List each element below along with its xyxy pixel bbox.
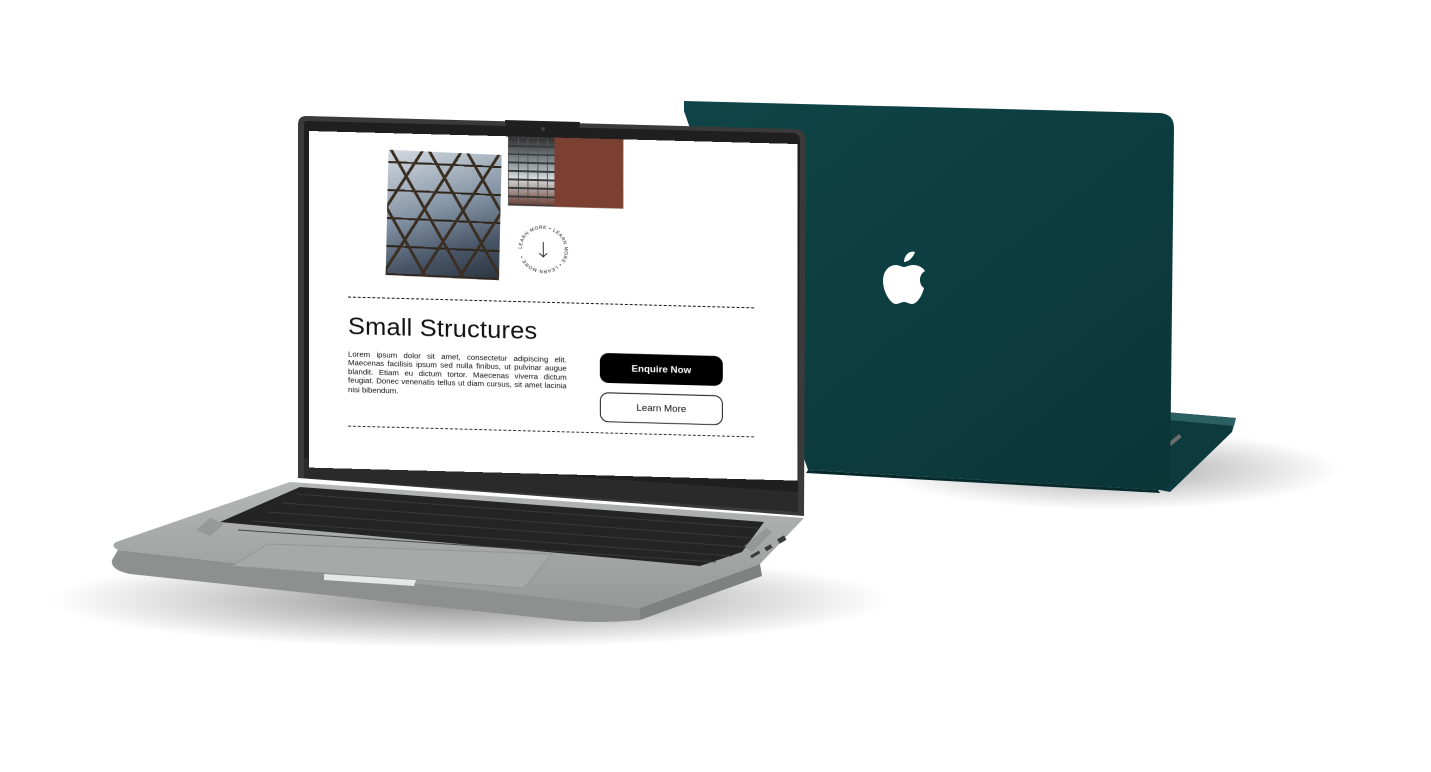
page-title: Small Structures (348, 311, 538, 345)
divider-bottom (348, 425, 755, 438)
glass-roof-photo (385, 149, 502, 281)
laptop-screen: LEARN MORE • LEARN MORE • LEARN MORE • S… (309, 131, 797, 481)
enquire-now-button[interactable]: Enquire Now (599, 352, 723, 387)
page-body: Lorem ipsum dolor sit amet, consectetur … (348, 349, 567, 395)
industrial-hall-photo (508, 136, 624, 209)
learn-more-badge[interactable]: LEARN MORE • LEARN MORE • LEARN MORE • (516, 223, 571, 277)
divider-top (348, 296, 755, 309)
rotating-text-badge: LEARN MORE • LEARN MORE • LEARN MORE • (518, 224, 569, 274)
mockup-stage: LEARN MORE • LEARN MORE • LEARN MORE • S… (0, 0, 1431, 772)
learn-more-button[interactable]: Learn More (599, 392, 723, 426)
arrow-down-icon (539, 241, 548, 258)
